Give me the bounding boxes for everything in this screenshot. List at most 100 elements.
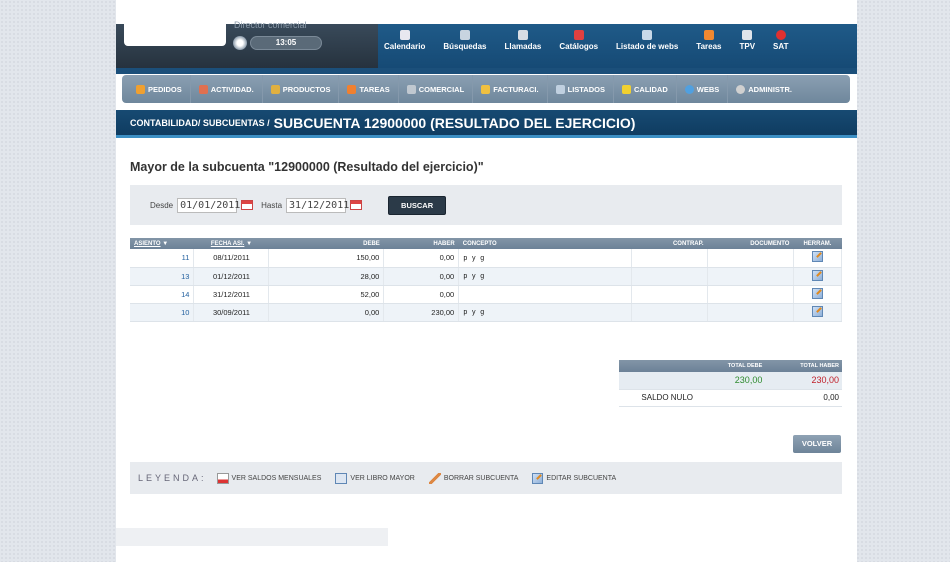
edit-icon[interactable]	[811, 305, 823, 317]
menu-label: LISTADOS	[567, 84, 605, 94]
volver-button[interactable]: VOLVER	[793, 435, 841, 453]
top-nav: Calendario Búsquedas Llamadas Catálogos …	[384, 30, 806, 51]
user-panel: Director comercial 13:05	[116, 20, 378, 68]
hasta-input[interactable]: 31/12/2011	[286, 197, 349, 213]
edit-icon[interactable]	[811, 251, 823, 263]
tpv-icon	[742, 30, 753, 40]
menu-label: ACTIVIDAD.	[210, 84, 254, 94]
nav-tareas[interactable]: Tareas	[696, 30, 721, 51]
cell-haber: 0,00	[383, 285, 460, 304]
menu-label: COMERCIAL	[418, 84, 465, 94]
menu-calidad[interactable]: CALIDAD	[614, 75, 677, 103]
col-haber: HABER	[383, 238, 459, 249]
menu-label: PEDIDOS	[148, 84, 182, 94]
saldo-label: SALDO NULO	[619, 389, 696, 407]
ledger-icon	[335, 472, 348, 484]
saldo-row: SALDO NULO 0,00	[619, 389, 842, 407]
col-debe: DEBE	[268, 238, 384, 249]
cell-asiento[interactable]: 13	[130, 267, 195, 286]
col-herramientas: HERRAM.	[793, 238, 842, 249]
calendar-icon[interactable]	[350, 200, 363, 210]
nav-listado-webs[interactable]: Listado de webs	[616, 30, 678, 51]
header-label: FECHA ASI.	[210, 240, 245, 247]
cell-contrap	[631, 249, 709, 268]
cell-debe: 150,00	[268, 249, 385, 268]
cell-concepto: p y g	[458, 303, 633, 322]
menu-comercial[interactable]: COMERCIAL	[399, 75, 474, 103]
cell-asiento[interactable]: 10	[130, 303, 195, 322]
totals-table: TOTAL DEBE TOTAL HABER 230,00 230,00 SAL…	[619, 360, 842, 407]
cell-fecha: 08/11/2011	[193, 249, 270, 268]
totals-blank-cell	[619, 372, 696, 390]
cell-concepto	[458, 285, 633, 304]
menu-webs[interactable]: WEBS	[677, 75, 729, 103]
menu-facturacion[interactable]: FACTURACI.	[473, 75, 548, 103]
cell-documento	[707, 267, 794, 286]
sort-down-icon: ▼	[246, 240, 253, 247]
col-documento: DOCUMENTO	[707, 238, 794, 249]
table-row: 14 31/12/2011 52,00 0,00	[130, 285, 843, 304]
menu-tareas[interactable]: TAREAS	[339, 75, 399, 103]
menu-pedidos[interactable]: PEDIDOS	[128, 75, 191, 103]
footer-bar	[116, 528, 388, 546]
menu-label: PRODUCTOS	[282, 84, 331, 94]
menu-productos[interactable]: PRODUCTOS	[263, 75, 340, 103]
desde-label: Desde	[150, 200, 174, 210]
star-icon	[621, 84, 631, 94]
col-concepto: CONCEPTO	[458, 238, 632, 249]
totals-header: TOTAL DEBE TOTAL HABER	[619, 360, 842, 372]
legend: LEYENDA: VER SALDOS MENSUALES VER LIBRO …	[130, 462, 842, 494]
cell-herramientas	[793, 303, 843, 322]
tasks-icon	[347, 84, 357, 94]
nav-calendario[interactable]: Calendario	[384, 30, 425, 51]
cell-asiento[interactable]: 11	[130, 249, 195, 268]
cell-herramientas	[793, 249, 843, 268]
edit-icon[interactable]	[811, 269, 823, 281]
legend-title: LEYENDA:	[138, 473, 207, 483]
legend-label: VER LIBRO MAYOR	[350, 474, 415, 482]
menu-actividad[interactable]: ACTIVIDAD.	[191, 75, 263, 103]
edit-icon	[532, 472, 544, 484]
cell-fecha: 30/09/2011	[193, 303, 270, 322]
nav-llamadas[interactable]: Llamadas	[504, 30, 541, 51]
gear-icon	[736, 84, 746, 94]
user-role: Director comercial	[234, 20, 307, 30]
search-icon	[459, 30, 470, 40]
saldo-blank-cell	[696, 389, 766, 407]
cell-herramientas	[793, 267, 843, 286]
col-asiento[interactable]: ASIENTO ▼	[130, 238, 194, 249]
table-row: 11 08/11/2011 150,00 0,00 p y g	[130, 249, 843, 268]
date-filter: Desde 01/01/2011 Hasta 31/12/2011 BUSCAR	[130, 185, 842, 225]
menu-administracion[interactable]: ADMINISTR.	[728, 75, 800, 103]
cell-asiento[interactable]: 14	[130, 285, 195, 304]
menu-label: WEBS	[696, 84, 720, 94]
cell-debe: 28,00	[268, 267, 385, 286]
nav-label: SAT	[773, 42, 789, 51]
desde-input[interactable]: 01/01/2011	[177, 197, 240, 213]
cell-concepto: p y g	[458, 249, 633, 268]
main-menu: PEDIDOS ACTIVIDAD. PRODUCTOS TAREAS COME…	[122, 75, 850, 103]
web-icon	[642, 30, 653, 40]
nav-catalogos[interactable]: Catálogos	[559, 30, 598, 51]
nav-tpv[interactable]: TPV	[739, 30, 755, 51]
calendar-icon[interactable]	[241, 200, 254, 210]
nav-sat[interactable]: SAT	[773, 30, 788, 51]
menu-listados[interactable]: LISTADOS	[548, 75, 614, 103]
nav-label: Catálogos	[559, 42, 599, 51]
cell-contrap	[631, 303, 709, 322]
cell-herramientas	[793, 285, 843, 304]
nav-busquedas[interactable]: Búsquedas	[443, 30, 486, 51]
nav-label: Calendario	[384, 42, 426, 51]
monthly-balance-icon	[216, 472, 229, 484]
pdf-icon	[573, 30, 584, 40]
search-button[interactable]: BUSCAR	[388, 195, 447, 215]
box-icon	[270, 84, 280, 94]
menu-label: CALIDAD	[633, 84, 668, 94]
cell-haber: 230,00	[383, 303, 460, 322]
cell-contrap	[631, 267, 709, 286]
time-display: 13:05	[250, 36, 322, 50]
col-fecha[interactable]: FECHA ASI. ▼	[193, 238, 269, 249]
edit-icon[interactable]	[811, 287, 823, 299]
legend-item: EDITAR SUBCUENTA	[532, 472, 616, 484]
menu-label: ADMINISTR.	[748, 84, 792, 94]
